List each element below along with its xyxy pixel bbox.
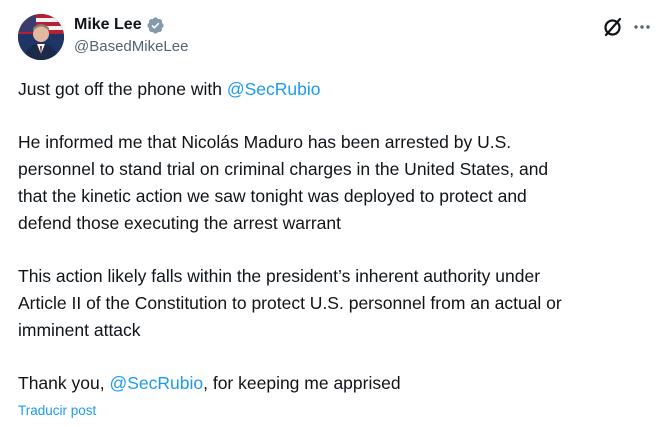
- tweet-line: personnel to stand trial on criminal cha…: [18, 159, 549, 179]
- mention-link-secrubio[interactable]: @SecRubio: [109, 373, 203, 393]
- verified-badge-icon: [146, 16, 165, 35]
- tweet-paragraph-4: Thank you, @SecRubio, for keeping me app…: [18, 370, 648, 397]
- grok-icon[interactable]: [602, 16, 624, 38]
- tweet-paragraph-2: He informed me that Nicolás Maduro has b…: [18, 129, 648, 237]
- author-handle[interactable]: @BasedMikeLee: [74, 37, 188, 57]
- text-span: , for keeping me apprised: [203, 373, 401, 393]
- text-span: Just got off the phone with: [18, 79, 227, 99]
- author-name-row: Mike Lee: [74, 14, 165, 36]
- tweet-line: Article II of the Constitution to protec…: [18, 293, 562, 313]
- avatar[interactable]: [18, 14, 64, 60]
- more-options-icon[interactable]: [632, 17, 652, 37]
- tweet-line: He informed me that Nicolás Maduro has b…: [18, 132, 512, 152]
- tweet-text: Just got off the phone with @SecRubio He…: [18, 76, 648, 423]
- text-span: Thank you,: [18, 373, 110, 393]
- tweet: Mike Lee @BasedMikeLee Just got off the …: [0, 0, 660, 427]
- tweet-line: Just got off the phone with @SecRubio: [18, 76, 648, 103]
- tweet-line: Thank you, @SecRubio, for keeping me app…: [18, 370, 648, 397]
- tweet-line: imminent attack: [18, 320, 141, 340]
- tweet-paragraph-1: Just got off the phone with @SecRubio: [18, 76, 648, 103]
- tweet-line: This action likely falls within the pres…: [18, 266, 541, 286]
- tweet-line: defend those executing the arrest warran…: [18, 213, 341, 233]
- tweet-paragraph-3: This action likely falls within the pres…: [18, 263, 648, 344]
- mention-link-secrubio[interactable]: @SecRubio: [227, 79, 321, 99]
- translate-post-link[interactable]: Traducir post: [18, 402, 96, 420]
- tweet-line: that the kinetic action we saw tonight w…: [18, 186, 527, 206]
- author-display-name[interactable]: Mike Lee: [74, 14, 142, 36]
- avatar-photo: [18, 14, 64, 60]
